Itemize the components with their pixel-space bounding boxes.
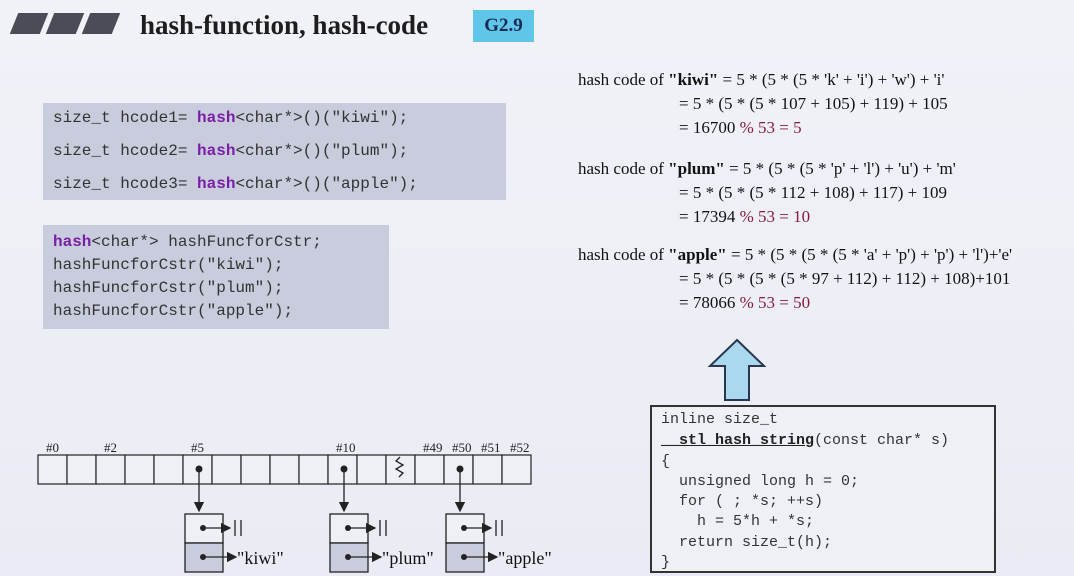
bucket-cell <box>414 454 445 485</box>
stl-code-line-4: unsigned long h = 0; <box>661 473 860 490</box>
apple-calc-line3: = 78066 % 53 = 50 <box>679 293 811 312</box>
plum-calc-line3: = 17394 % 53 = 10 <box>679 207 811 226</box>
bucket-cell <box>211 454 242 485</box>
bucket-index-label: #51 <box>481 440 501 455</box>
stl-code-line-3: { <box>661 453 671 470</box>
bucket-cell <box>37 454 68 485</box>
bucket-index-label: #5 <box>191 440 204 455</box>
bucket-cell <box>501 454 532 485</box>
bucket-index-label: #0 <box>46 440 59 455</box>
stl-code-line-5: for ( ; *s; ++s) <box>661 493 824 510</box>
string-kiwi: "kiwi" <box>237 548 284 568</box>
bucket-cell <box>153 454 184 485</box>
bucket-cell <box>95 454 126 485</box>
plum-calc-line2: = 5 * (5 * (5 * 112 + 108) + 117) + 109 <box>679 183 947 202</box>
bucket-cell <box>298 454 329 485</box>
bucket-cell <box>269 454 300 485</box>
bucket-cell <box>356 454 387 485</box>
bucket-cell <box>472 454 503 485</box>
stl-code-line-1: inline size_t <box>661 411 779 428</box>
bucket-index-label: #2 <box>104 440 117 455</box>
up-arrow-icon <box>707 338 767 401</box>
bucket-cell <box>240 454 271 485</box>
stl-code-line-8: } <box>661 554 671 571</box>
bucket-index-label: #50 <box>452 440 472 455</box>
bucket-index-label: #10 <box>336 440 356 455</box>
bucket-cell <box>385 454 416 485</box>
stl-hash-string-code: inline size_t __stl_hash_string(const ch… <box>650 405 996 573</box>
stl-code-line-6: h = 5*h + *s; <box>661 513 815 530</box>
string-plum: "plum" <box>382 548 434 568</box>
stl-code-line-7: return size_t(h); <box>661 534 833 551</box>
kiwi-calc-line3: = 16700 % 53 = 5 <box>679 118 802 137</box>
bucket-index-label: #52 <box>510 440 530 455</box>
kiwi-calc-line2: = 5 * (5 * (5 * 107 + 105) + 119) + 105 <box>679 94 948 113</box>
bucket-diagram: #0 #2 #5 #10 #49 #50 #51 #52 "kiwi" "plu… <box>37 440 552 573</box>
bucket-cell <box>66 454 97 485</box>
stl-code-line-2: __stl_hash_string(const char* s) <box>661 432 950 449</box>
slide: hash-function, hash-code G2.9 size_t hco… <box>0 0 1074 576</box>
bucket-cell <box>124 454 155 485</box>
bucket-index-label: #49 <box>423 440 443 455</box>
apple-calc-line2: = 5 * (5 * (5 * (5 * 97 + 112) + 112) + … <box>679 269 1011 288</box>
string-apple: "apple" <box>498 548 552 568</box>
